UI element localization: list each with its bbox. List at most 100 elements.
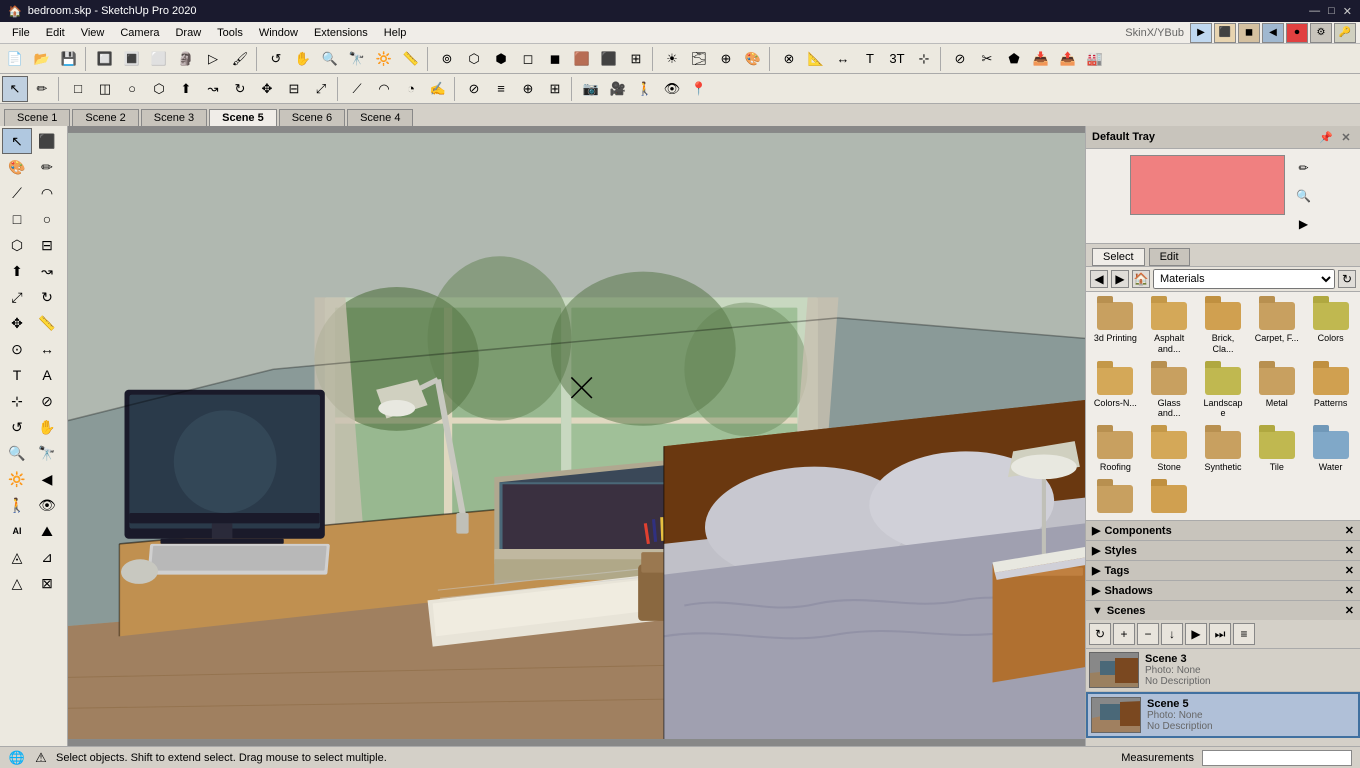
tb-select2[interactable]: ▷ [200,46,226,72]
tb-view-top[interactable]: 🔳 [119,46,145,72]
styles-header[interactable]: ▶ Styles ✕ [1086,541,1360,560]
menu-file[interactable]: File [4,25,38,41]
tb-new[interactable]: 📄 [2,46,28,72]
scenes-panel-close-icon[interactable]: ✕ [1345,604,1354,617]
skin-record[interactable]: ⏺ [1286,23,1308,43]
tool-ai[interactable]: AI [2,518,32,544]
tool-followme[interactable]: ↝ [32,258,62,284]
tb-view-front[interactable]: ⬜ [146,46,172,72]
tool-rotate[interactable]: ↻ [32,284,62,310]
mat-folder-window[interactable]: Window m... [1090,479,1141,516]
mat-home-btn[interactable]: 🏠 [1132,270,1150,288]
mat-refresh-btn[interactable]: ↻ [1338,270,1356,288]
mat-folder-3dprint[interactable]: 3d Printing [1090,296,1141,358]
tb-export[interactable]: 📤 [1055,46,1081,72]
tool-scale[interactable]: ⤢ [2,284,32,310]
tool-zoom2[interactable]: 🔍 [2,440,32,466]
scene-item-5[interactable]: Scene 5 Photo: None No Description [1086,692,1360,738]
tb-materials[interactable]: 🎨 [740,46,766,72]
components-close-icon[interactable]: ✕ [1345,524,1354,537]
tool-walk[interactable]: 🚶 [2,492,32,518]
tb-profile[interactable]: ⊞ [623,46,649,72]
scene-tab-4[interactable]: Scene 4 [347,109,413,126]
mat-folder-brick[interactable]: Brick, Cla... [1198,296,1249,358]
tb-orbit[interactable]: ↺ [263,46,289,72]
tool-orbit[interactable]: ↺ [2,414,32,440]
tool-polygon[interactable]: ⬡ [2,232,32,258]
tool-sandbox2[interactable]: ◬ [2,544,32,570]
mat-folder-asphalt[interactable]: Asphalt and... [1144,296,1195,358]
tb-zoom3[interactable]: 🔆 [371,46,397,72]
tb2-follow[interactable]: ↝ [200,76,226,102]
tool-rect[interactable]: □ [2,206,32,232]
tool-lookat[interactable]: 👁 [32,492,62,518]
tags-header[interactable]: ▶ Tags ✕ [1086,561,1360,580]
tb2-eraser[interactable]: ✏ [29,76,55,102]
tool-sandbox4[interactable]: △ [2,570,32,596]
mat-folder-metal[interactable]: Metal [1251,361,1302,423]
menu-view[interactable]: View [73,25,113,41]
mat-folder-patterns[interactable]: Patterns [1305,361,1356,423]
tb-section-plane[interactable]: ⊘ [947,46,973,72]
color-sample-btn[interactable]: 🔍 [1291,183,1317,209]
color-fill-btn[interactable]: ▶ [1291,211,1317,237]
shadows-close-icon[interactable]: ✕ [1345,584,1354,597]
mat-folder-synthetic[interactable]: Synthetic [1198,425,1249,476]
components-header[interactable]: ▶ Components ✕ [1086,521,1360,540]
tb-back-edges[interactable]: ⬡ [461,46,487,72]
styles-close-icon[interactable]: ✕ [1345,544,1354,557]
color-eyedrop-btn[interactable]: ✏ [1291,155,1317,181]
tb2-offset[interactable]: ⊟ [281,76,307,102]
tab-edit[interactable]: Edit [1149,248,1190,266]
tb-import[interactable]: 📥 [1028,46,1054,72]
tb-shaded[interactable]: ◼ [542,46,568,72]
tb-sections[interactable]: 📏 [398,46,424,72]
tb-text[interactable]: T [857,46,883,72]
tb-mono[interactable]: ⬛ [596,46,622,72]
tool-sandbox5[interactable]: ⊠ [32,570,62,596]
skin-btn2[interactable]: ⬛ [1214,23,1236,43]
mat-folder-landscape[interactable]: Landscape [1198,361,1249,423]
tool-circle[interactable]: ○ [32,206,62,232]
tb2-position[interactable]: 📍 [686,76,712,102]
mat-folder-carpet[interactable]: Carpet, F... [1251,296,1302,358]
tb2-layer[interactable]: ≡ [488,76,514,102]
menu-window[interactable]: Window [251,25,306,41]
tb-save[interactable]: 💾 [56,46,82,72]
tb2-section2[interactable]: ⊘ [461,76,487,102]
tb2-pie[interactable]: ◔ [398,76,424,102]
menu-help[interactable]: Help [376,25,415,41]
tb-axes[interactable]: ⊹ [911,46,937,72]
scenes-add-btn[interactable]: + [1113,623,1135,645]
skin-btn1[interactable]: ▶ [1190,23,1212,43]
tb2-move[interactable]: ✥ [254,76,280,102]
mat-folder-glass[interactable]: Glass and... [1144,361,1195,423]
menu-extensions[interactable]: Extensions [306,25,376,41]
tb-3dtext[interactable]: 3T [884,46,910,72]
tool-pushpull[interactable]: ⬆ [2,258,32,284]
tb-pan[interactable]: ✋ [290,46,316,72]
scene-tab-6[interactable]: Scene 6 [279,109,345,126]
tool-3dtext[interactable]: A [32,362,62,388]
tb-view-iso[interactable]: 🔲 [92,46,118,72]
tb-xray[interactable]: ⊚ [434,46,460,72]
tb-components[interactable]: ⊕ [713,46,739,72]
scene-tab-1[interactable]: Scene 1 [4,109,70,126]
minimize-button[interactable]: — [1309,5,1320,18]
tool-axes[interactable]: ⊹ [2,388,32,414]
tool-zoomextents[interactable]: 🔆 [2,466,32,492]
tb2-look[interactable]: 👁 [659,76,685,102]
tool-pan[interactable]: ✋ [32,414,62,440]
tool-component[interactable]: ⬛ [32,128,62,154]
tb-tape[interactable]: 📐 [803,46,829,72]
tb-dim[interactable]: ↔ [830,46,856,72]
tb2-arc[interactable]: ◠ [371,76,397,102]
mat-folder-roofing[interactable]: Roofing [1090,425,1141,476]
tool-sandbox3[interactable]: ⊿ [32,544,62,570]
tb-wireframe[interactable]: ⬢ [488,46,514,72]
viewport[interactable] [68,126,1085,746]
tb2-walk[interactable]: 🚶 [632,76,658,102]
tb-section-fill[interactable]: ⬟ [1001,46,1027,72]
mat-folder-colors[interactable]: Colors [1305,296,1356,358]
tab-select[interactable]: Select [1092,248,1145,266]
